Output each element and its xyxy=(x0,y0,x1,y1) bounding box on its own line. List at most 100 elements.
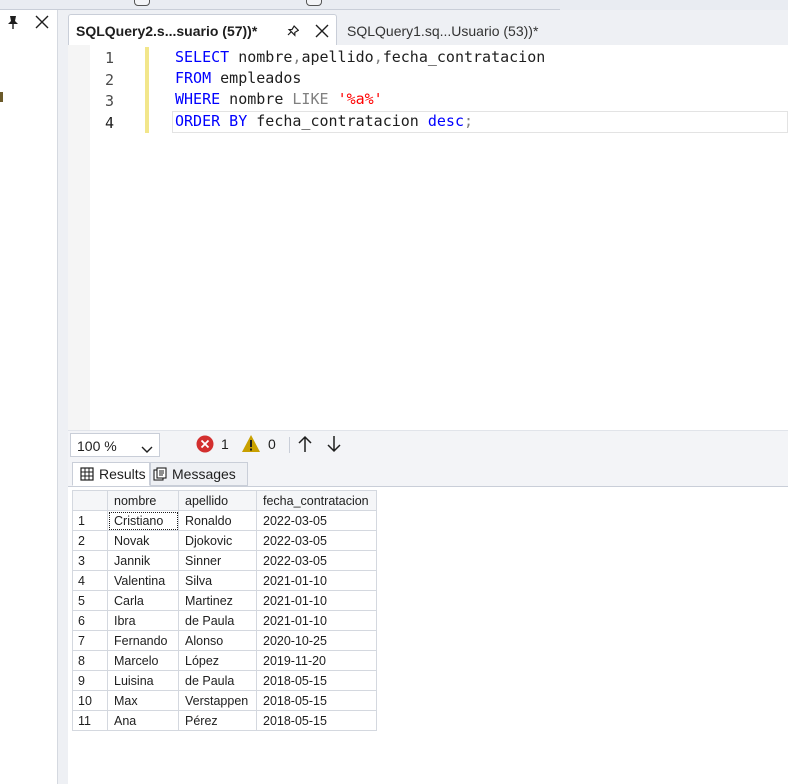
cell-apellido[interactable]: Martinez xyxy=(178,590,257,611)
cell-apellido[interactable]: Alonso xyxy=(178,630,257,651)
column-header-fecha-contratacion[interactable]: fecha_contratacion xyxy=(256,490,377,511)
table-row[interactable]: 7 Fernando Alonso 2020-10-25 xyxy=(72,630,377,651)
top-control-fragment[interactable] xyxy=(306,0,322,6)
cell-apellido[interactable]: de Paula xyxy=(178,670,257,691)
chevron-down-icon[interactable] xyxy=(141,440,153,453)
keyword: SELECT xyxy=(175,48,230,66)
tab-sqlquery2[interactable]: SQLQuery2.s...suario (57))* xyxy=(68,14,337,46)
row-number[interactable]: 7 xyxy=(72,630,108,651)
row-number-header[interactable] xyxy=(72,490,108,511)
pin-icon[interactable] xyxy=(6,14,20,29)
table-row[interactable]: 4 Valentina Silva 2021-01-10 xyxy=(72,570,377,591)
error-count: 1 xyxy=(221,436,229,452)
row-number[interactable]: 8 xyxy=(72,650,108,671)
code-line[interactable]: ORDER BY fecha_contratacion desc; xyxy=(175,112,473,130)
identifier: nombre xyxy=(220,90,293,108)
column-header-nombre[interactable]: nombre xyxy=(107,490,179,511)
tab-sqlquery1[interactable]: SQLQuery1.sq...Usuario (53))* xyxy=(339,16,589,44)
cell-apellido[interactable]: Silva xyxy=(178,570,257,591)
row-number[interactable]: 6 xyxy=(72,610,108,631)
top-control-fragment[interactable] xyxy=(134,0,150,6)
table-row[interactable]: 5 Carla Martinez 2021-01-10 xyxy=(72,590,377,611)
cell-nombre[interactable]: Ibra xyxy=(107,610,179,631)
table-row[interactable]: 3 Jannik Sinner 2022-03-05 xyxy=(72,550,377,571)
zoom-select[interactable]: 100 % xyxy=(70,433,160,457)
tab-results[interactable]: Results xyxy=(72,462,150,486)
arrow-up-icon[interactable] xyxy=(297,435,313,453)
close-icon[interactable] xyxy=(315,23,329,38)
cell-nombre[interactable]: Carla xyxy=(107,590,179,611)
results-grid-area: nombre apellido fecha_contratacion 1 Cris… xyxy=(68,486,788,784)
code-line[interactable]: WHERE nombre LIKE '%a%' xyxy=(175,90,383,108)
cell-nombre[interactable]: Cristiano xyxy=(107,510,179,531)
table-row[interactable]: 8 Marcelo López 2019-11-20 xyxy=(72,650,377,671)
table-row[interactable]: 2 Novak Djokovic 2022-03-05 xyxy=(72,530,377,551)
row-number[interactable]: 4 xyxy=(72,570,108,591)
cell-fecha[interactable]: 2022-03-05 xyxy=(256,530,377,551)
keyword: ORDER BY xyxy=(175,112,248,130)
cell-fecha[interactable]: 2021-01-10 xyxy=(256,570,377,591)
editor-status-bar: 100 % 1 0 xyxy=(68,430,788,458)
explorer-node-fragment[interactable] xyxy=(0,92,3,102)
cell-apellido[interactable]: Pérez xyxy=(178,710,257,731)
row-number[interactable]: 9 xyxy=(72,670,108,691)
cell-nombre[interactable]: Novak xyxy=(107,530,179,551)
table-row[interactable]: 1 Cristiano Ronaldo 2022-03-05 xyxy=(72,510,377,531)
cell-fecha[interactable]: 2021-01-10 xyxy=(256,610,377,631)
cell-fecha[interactable]: 2018-05-15 xyxy=(256,670,377,691)
table-row[interactable]: 11 Ana Pérez 2018-05-15 xyxy=(72,710,377,731)
code-line[interactable]: SELECT nombre,apellido,fecha_contratacio… xyxy=(175,48,545,66)
identifier: empleados xyxy=(211,69,302,87)
results-grid[interactable]: nombre apellido fecha_contratacion 1 Cris… xyxy=(72,490,377,731)
cell-nombre[interactable]: Ana xyxy=(107,710,179,731)
identifier: nombre xyxy=(229,48,293,66)
cell-nombre[interactable]: Valentina xyxy=(107,570,179,591)
row-number[interactable]: 5 xyxy=(72,590,108,611)
cell-nombre[interactable]: Max xyxy=(107,690,179,711)
cell-fecha[interactable]: 2022-03-05 xyxy=(256,510,377,531)
change-indicator xyxy=(145,47,149,133)
cell-nombre[interactable]: Marcelo xyxy=(107,650,179,671)
cell-nombre[interactable]: Luisina xyxy=(107,670,179,691)
tab-messages[interactable]: Messages xyxy=(150,462,248,486)
cell-fecha[interactable]: 2019-11-20 xyxy=(256,650,377,671)
ssms-window: SQLQuery2.s...suario (57))* SQLQuery1.sq… xyxy=(0,0,788,784)
cell-fecha[interactable]: 2020-10-25 xyxy=(256,630,377,651)
cell-fecha[interactable]: 2021-01-10 xyxy=(256,590,377,611)
string-literal: '%a%' xyxy=(337,90,383,108)
row-number[interactable]: 10 xyxy=(72,690,108,711)
cell-apellido[interactable]: López xyxy=(178,650,257,671)
cell-apellido[interactable]: Ronaldo xyxy=(178,510,257,531)
arrow-down-icon[interactable] xyxy=(326,435,342,453)
error-icon[interactable] xyxy=(196,435,214,453)
row-number[interactable]: 11 xyxy=(72,710,108,731)
keyword: WHERE xyxy=(175,90,221,108)
row-number[interactable]: 3 xyxy=(72,550,108,571)
cell-nombre[interactable]: Fernando xyxy=(107,630,179,651)
cell-apellido[interactable]: Djokovic xyxy=(178,530,257,551)
cell-fecha[interactable]: 2022-03-05 xyxy=(256,550,377,571)
table-row[interactable]: 10 Max Verstappen 2018-05-15 xyxy=(72,690,377,711)
row-number[interactable]: 2 xyxy=(72,530,108,551)
cell-fecha[interactable]: 2018-05-15 xyxy=(256,690,377,711)
row-number[interactable]: 1 xyxy=(72,510,108,531)
cell-apellido[interactable]: Verstappen xyxy=(178,690,257,711)
column-header-apellido[interactable]: apellido xyxy=(178,490,257,511)
cell-nombre[interactable]: Jannik xyxy=(107,550,179,571)
cell-fecha[interactable]: 2018-05-15 xyxy=(256,710,377,731)
cell-apellido[interactable]: de Paula xyxy=(178,610,257,631)
close-icon[interactable] xyxy=(35,14,49,29)
pin-icon[interactable] xyxy=(285,23,300,37)
warning-icon[interactable] xyxy=(241,434,261,453)
grid-body: 1 Cristiano Ronaldo 2022-03-05 2 Novak Djokov… xyxy=(72,510,377,731)
code-line[interactable]: FROM empleados xyxy=(175,69,301,87)
warning-count: 0 xyxy=(268,436,276,452)
keyword: desc xyxy=(427,112,464,130)
grid-header-row: nombre apellido fecha_contratacion xyxy=(72,490,377,511)
cell-apellido[interactable]: Sinner xyxy=(178,550,257,571)
toolbar-separator xyxy=(289,437,290,453)
table-row[interactable]: 9 Luisina de Paula 2018-05-15 xyxy=(72,670,377,691)
table-row[interactable]: 6 Ibra de Paula 2021-01-10 xyxy=(72,610,377,631)
query-editor[interactable]: 1 2 3 4 SELECT nombre,apellido,fecha_con… xyxy=(68,45,788,430)
